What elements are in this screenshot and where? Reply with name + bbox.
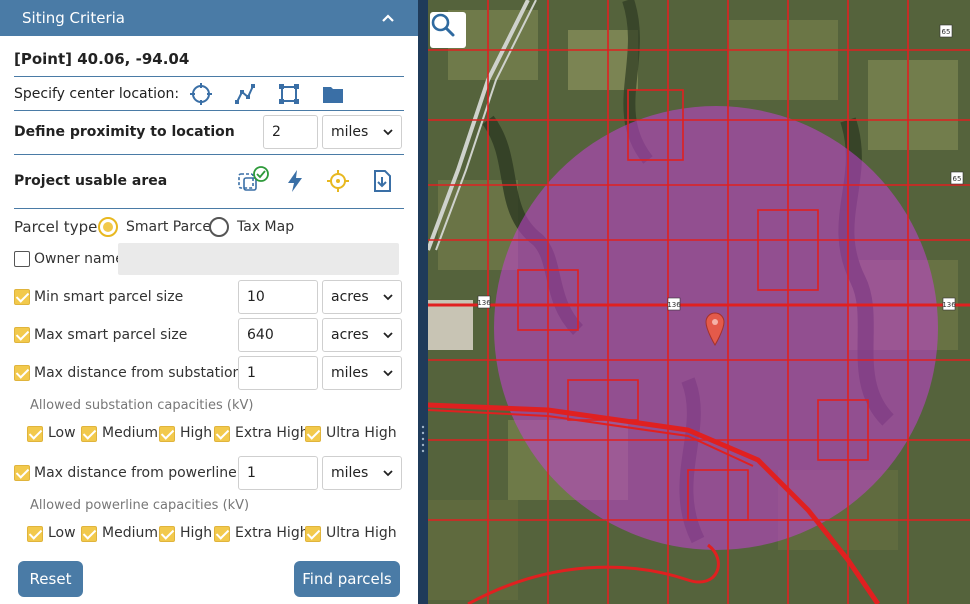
point-title: [Point] 40.06, -94.04 [14,50,190,68]
panel-header[interactable]: Siting Criteria [0,0,418,36]
chevron-up-icon[interactable] [380,10,396,26]
powerline-extra-high-checkbox[interactable] [214,526,230,542]
map-search-button[interactable] [430,12,466,48]
substation-high-checkbox[interactable] [159,426,175,442]
proximity-unit-select[interactable]: miles [322,115,402,149]
reset-button[interactable]: Reset [18,561,83,597]
polyline-icon[interactable] [233,82,257,106]
powerline-ultra-high-checkbox[interactable] [305,526,321,542]
powerline-extra-high-label: Extra High [235,525,309,541]
svg-text:65: 65 [942,28,951,36]
powerline-ultra-high-label: Ultra High [326,525,397,541]
proximity-input[interactable]: 2 [263,115,318,149]
substation-medium-label: Medium [102,425,158,441]
substation-distance-label: Max distance from substation [34,365,242,381]
powerline-low-checkbox[interactable] [27,526,43,542]
owner-name-checkbox[interactable] [14,251,30,267]
powerline-capacities-label: Allowed powerline capacities (kV) [30,498,250,513]
substation-low-checkbox[interactable] [27,426,43,442]
powerline-distance-input[interactable]: 1 [238,456,318,490]
powerline-low-label: Low [48,525,76,541]
map-view[interactable]: 136 136 136 65 65 [428,0,970,604]
powerline-distance-label: Max distance from powerline [34,465,237,481]
panel-resize-divider[interactable] [418,0,428,604]
svg-text:136: 136 [942,301,956,309]
max-size-checkbox[interactable] [14,327,30,343]
radio-smart-parcel[interactable] [98,217,118,237]
radio-smart-parcel-label: Smart Parcel [126,219,215,235]
substation-distance-input[interactable]: 1 [238,356,318,390]
divider-line [14,110,404,111]
download-file-icon[interactable] [370,169,394,193]
substation-ultra-high-label: Ultra High [326,425,397,441]
polygon-icon[interactable] [277,82,301,106]
radio-tax-map[interactable] [209,217,229,237]
panel-title: Siting Criteria [22,9,125,27]
substation-extra-high-label: Extra High [235,425,309,441]
target-icon[interactable] [326,169,350,193]
find-parcels-button[interactable]: Find parcels [294,561,400,597]
divider-line [14,76,404,77]
chevron-down-icon [383,332,393,339]
siting-criteria-panel: Siting Criteria [Point] 40.06, -94.04 Sp… [0,0,418,604]
powerline-high-checkbox[interactable] [159,526,175,542]
substation-low-label: Low [48,425,76,441]
substation-ultra-high-checkbox[interactable] [305,426,321,442]
crosshair-icon[interactable] [189,82,213,106]
substation-distance-checkbox[interactable] [14,365,30,381]
svg-text:65: 65 [953,175,962,183]
powerline-unit-select[interactable]: miles [322,456,402,490]
substation-unit-select[interactable]: miles [322,356,402,390]
divider-line [14,154,404,155]
min-size-checkbox[interactable] [14,289,30,305]
drag-handle-icon[interactable] [421,424,425,454]
substation-medium-checkbox[interactable] [81,426,97,442]
chevron-down-icon [383,294,393,301]
powerline-distance-checkbox[interactable] [14,465,30,481]
max-size-input[interactable]: 640 [238,318,318,352]
chevron-down-icon [383,470,393,477]
satellite-map: 136 136 136 65 65 [428,0,970,604]
substation-capacities-label: Allowed substation capacities (kV) [30,398,254,413]
svg-text:136: 136 [477,299,491,307]
substation-extra-high-checkbox[interactable] [214,426,230,442]
min-size-input[interactable]: 10 [238,280,318,314]
layers-check-icon[interactable] [237,166,271,196]
radio-tax-map-label: Tax Map [237,219,295,235]
chevron-down-icon [383,129,393,136]
map-marker-icon[interactable] [704,312,726,346]
owner-name-label: Owner name [34,251,124,267]
divider-line [14,208,404,209]
min-size-label: Min smart parcel size [34,289,184,305]
min-size-unit-select[interactable]: acres [322,280,402,314]
max-size-label: Max smart parcel size [34,327,188,343]
owner-name-input[interactable] [118,243,399,275]
substation-high-label: High [180,425,213,441]
powerline-high-label: High [180,525,213,541]
chevron-down-icon [383,370,393,377]
powerline-medium-checkbox[interactable] [81,526,97,542]
powerline-medium-label: Medium [102,525,158,541]
svg-text:136: 136 [667,301,681,309]
lightning-icon[interactable] [283,169,307,193]
folder-icon[interactable] [321,82,345,106]
search-icon [431,13,455,37]
max-size-unit-select[interactable]: acres [322,318,402,352]
